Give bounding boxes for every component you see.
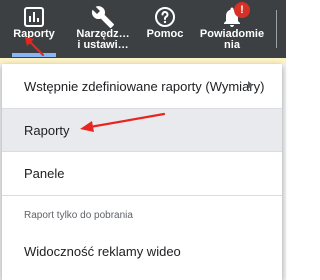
download-only-section-label: Raport tylko do pobrania: [24, 210, 133, 221]
reports-label: Raporty: [13, 28, 55, 40]
tools-settings-button[interactable]: Narzędz… i ustawi…: [70, 0, 136, 58]
help-button[interactable]: Pomoc: [140, 0, 190, 58]
help-circle-icon: [153, 5, 177, 29]
bar-chart-icon: [22, 5, 46, 29]
reports-button[interactable]: Raporty: [2, 0, 66, 58]
toolbar-divider: [276, 10, 277, 48]
top-toolbar: Raporty Narzędz… i ustawi… Pomoc ! Powia…: [0, 0, 286, 58]
active-tab-indicator: [12, 53, 56, 57]
wrench-icon: [91, 5, 115, 29]
notifications-button[interactable]: ! Powiadomie nia: [192, 0, 272, 58]
menu-item-video-ad-viewability-label: Widoczność reklamy wideo: [24, 243, 181, 259]
tools-settings-label: Narzędz… i ustawi…: [76, 28, 130, 51]
menu-item-dashboards[interactable]: Panele: [2, 152, 282, 194]
menu-item-dashboards-label: Panele: [24, 165, 65, 181]
help-label: Pomoc: [146, 28, 184, 40]
submenu-arrow-icon: [248, 81, 253, 89]
menu-item-reports[interactable]: Raporty: [2, 109, 282, 151]
reports-dropdown-menu: Wstępnie zdefiniowane raporty (Wymiary) …: [2, 64, 282, 280]
notification-badge: !: [234, 2, 250, 18]
menu-divider: [2, 195, 282, 196]
notifications-label: Powiadomie nia: [199, 28, 265, 51]
menu-item-video-ad-viewability[interactable]: Widoczność reklamy wideo: [2, 230, 282, 272]
menu-item-predefined-reports[interactable]: Wstępnie zdefiniowane raporty (Wymiary): [2, 64, 282, 108]
menu-item-predefined-reports-label: Wstępnie zdefiniowane raporty (Wymiary): [24, 78, 265, 94]
menu-item-reports-label: Raporty: [24, 122, 70, 138]
